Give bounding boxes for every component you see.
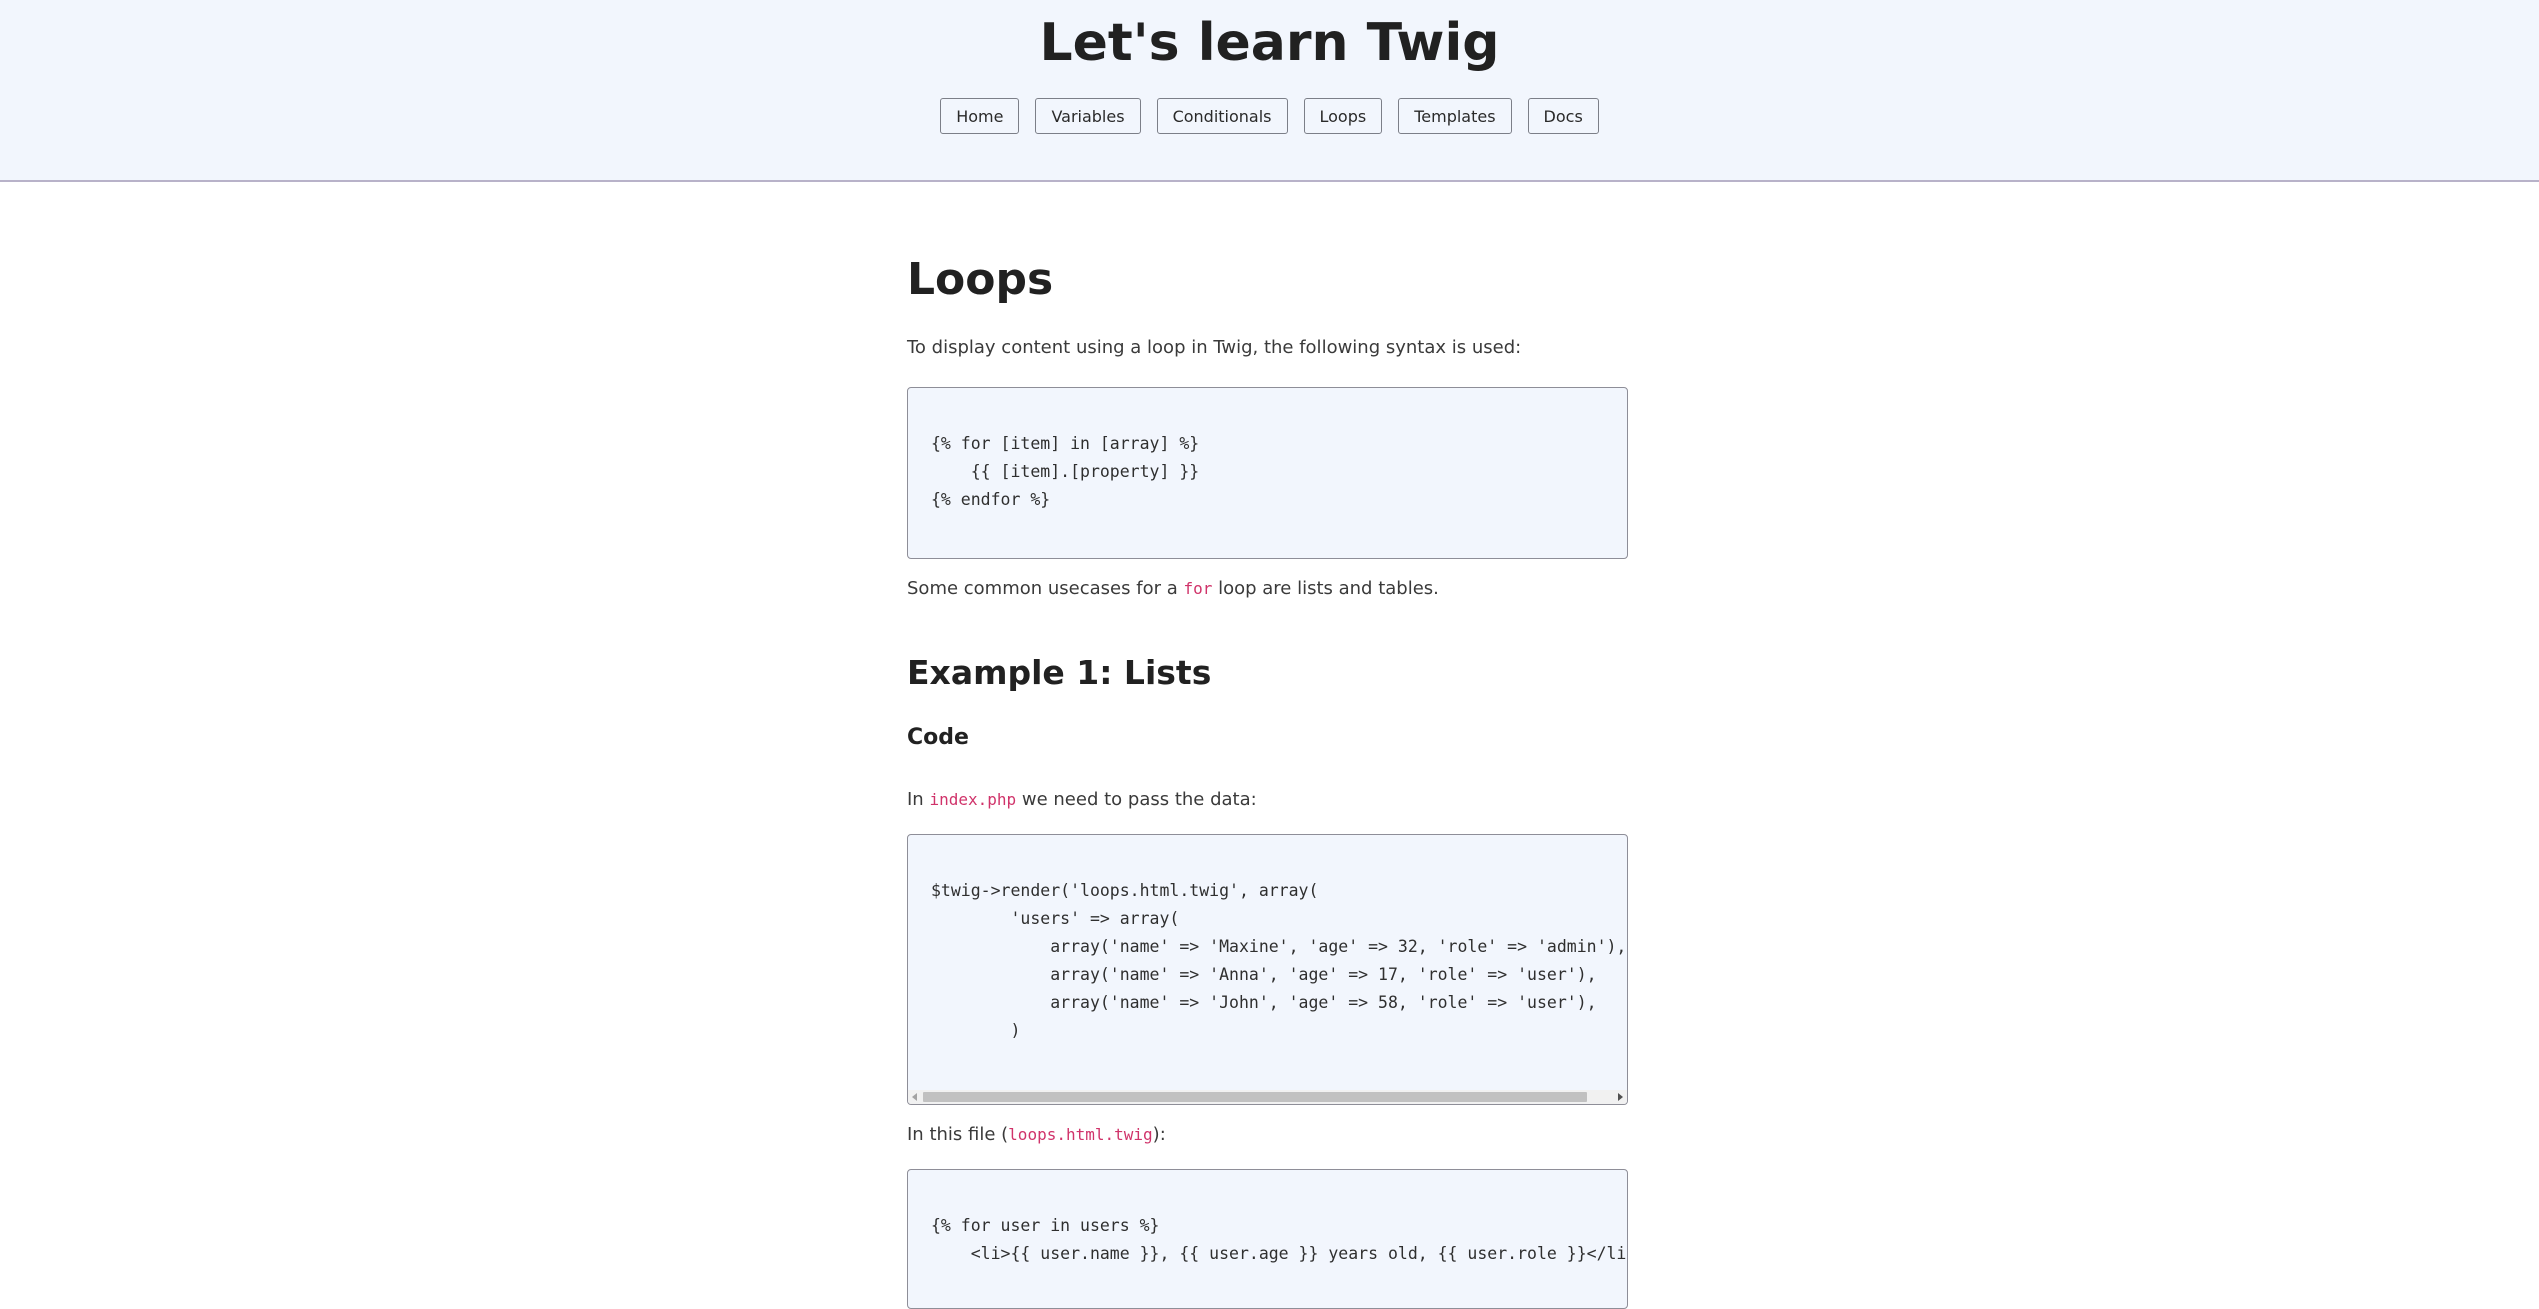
scrollbar-thumb[interactable] xyxy=(923,1092,1587,1102)
site-title: Let's learn Twig xyxy=(1039,13,1500,73)
for-keyword-code: for xyxy=(1183,579,1213,598)
site-header: Let's learn Twig Home Variables Conditio… xyxy=(0,0,2539,182)
twig-intro-text: In this file (loops.html.twig): xyxy=(907,1122,1166,1148)
nav-templates-button[interactable]: Templates xyxy=(1398,98,1512,134)
code-heading: Code xyxy=(907,725,969,750)
loops-twig-code: loops.html.twig xyxy=(1008,1125,1153,1144)
nav-loops-button[interactable]: Loops xyxy=(1303,98,1383,134)
syntax-code-block: {% for [item] in [array] %} {{ [item].[p… xyxy=(907,387,1628,559)
intro-text: To display content using a loop in Twig,… xyxy=(907,337,1522,358)
nav-conditionals-button[interactable]: Conditionals xyxy=(1156,98,1288,134)
php-intro-after: we need to pass the data: xyxy=(1016,789,1257,810)
usecases-text-after: loop are lists and tables. xyxy=(1212,578,1439,599)
php-intro-before: In xyxy=(907,789,930,810)
twig-intro-after: ): xyxy=(1152,1124,1166,1145)
horizontal-scrollbar[interactable] xyxy=(908,1090,1627,1104)
twig-code-block: {% for user in users %} <li>{{ user.name… xyxy=(907,1169,1628,1309)
nav-docs-button[interactable]: Docs xyxy=(1527,98,1599,134)
syntax-code: {% for [item] in [array] %} {{ [item].[p… xyxy=(931,434,1200,509)
php-code-block: $twig->render('loops.html.twig', array( … xyxy=(907,834,1628,1105)
example1-heading: Example 1: Lists xyxy=(907,653,1212,692)
php-code: $twig->render('loops.html.twig', array( … xyxy=(931,881,1627,1040)
usecases-text-before: Some common usecases for a xyxy=(907,578,1184,599)
usecases-text: Some common usecases for a for loop are … xyxy=(907,576,1439,602)
nav-variables-button[interactable]: Variables xyxy=(1035,98,1141,134)
scroll-left-icon[interactable] xyxy=(912,1093,917,1101)
php-intro-text: In index.php we need to pass the data: xyxy=(907,787,1257,813)
twig-code: {% for user in users %} <li>{{ user.name… xyxy=(931,1216,1627,1263)
scroll-right-icon[interactable] xyxy=(1618,1093,1623,1101)
main-nav: Home Variables Conditionals Loops Templa… xyxy=(0,98,2539,134)
index-php-code: index.php xyxy=(929,790,1017,809)
nav-home-button[interactable]: Home xyxy=(940,98,1020,134)
twig-intro-before: In this file ( xyxy=(907,1124,1009,1145)
page-title: Loops xyxy=(907,254,1054,305)
